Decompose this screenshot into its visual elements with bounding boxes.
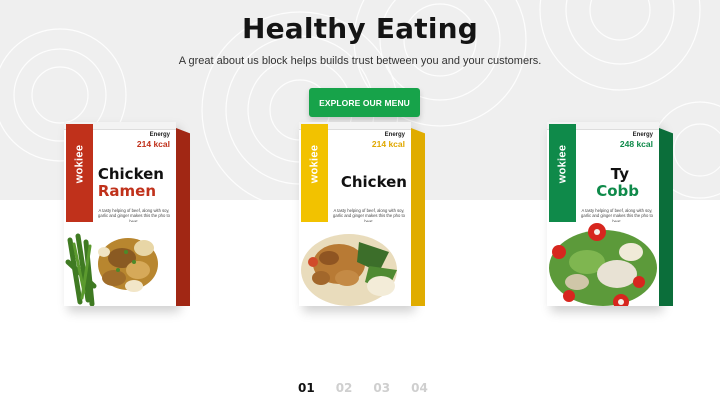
- energy-value: 214 kcal: [136, 139, 170, 149]
- food-image: [299, 222, 411, 306]
- food-image: [64, 222, 176, 306]
- food-image: [547, 222, 659, 306]
- product-package: wokiee Energy 214 kcal Chicken A tasty h…: [299, 122, 411, 306]
- product-card-chicken-ramen[interactable]: wokiee Energy 214 kcal Chicken Ramen A t…: [64, 118, 194, 310]
- package-side: [411, 128, 425, 306]
- explore-menu-button[interactable]: EXPLORE OUR MENU: [309, 88, 420, 117]
- page-indicator-03[interactable]: 03: [373, 381, 390, 395]
- page-indicator-02[interactable]: 02: [336, 381, 353, 395]
- package-side: [176, 128, 190, 306]
- energy-value: 248 kcal: [619, 139, 653, 149]
- page-indicator-04[interactable]: 04: [411, 381, 428, 395]
- product-name-line2: Cobb: [596, 182, 639, 200]
- page-title: Healthy Eating: [241, 12, 478, 45]
- product-card-chicken[interactable]: wokiee Energy 214 kcal Chicken A tasty h…: [299, 118, 429, 310]
- page-subtitle: A great about us block helps builds trus…: [178, 55, 542, 67]
- package-side: [659, 128, 673, 306]
- product-name-line1: Ty: [610, 165, 629, 183]
- product-name-line2: Ramen: [97, 182, 156, 200]
- brand-label: wokiee: [73, 144, 86, 184]
- brand-label: wokiee: [556, 144, 569, 184]
- slider-pagination: 01 02 03 04: [298, 381, 428, 395]
- energy-label: Energy: [632, 132, 653, 138]
- product-card-ty-cobb[interactable]: wokiee Energy 248 kcal Ty Cobb A tasty h…: [547, 118, 677, 310]
- product-name-line1: Chicken: [97, 165, 164, 183]
- energy-label: Energy: [149, 132, 170, 138]
- brand-label: wokiee: [308, 144, 321, 184]
- product-package: wokiee Energy 248 kcal Ty Cobb A tasty h…: [547, 122, 659, 306]
- product-package: wokiee Energy 214 kcal Chicken Ramen A t…: [64, 122, 176, 306]
- energy-value: 214 kcal: [371, 139, 405, 149]
- product-name-line1: Chicken: [340, 173, 407, 191]
- page-indicator-01[interactable]: 01: [298, 381, 315, 395]
- energy-label: Energy: [384, 132, 405, 138]
